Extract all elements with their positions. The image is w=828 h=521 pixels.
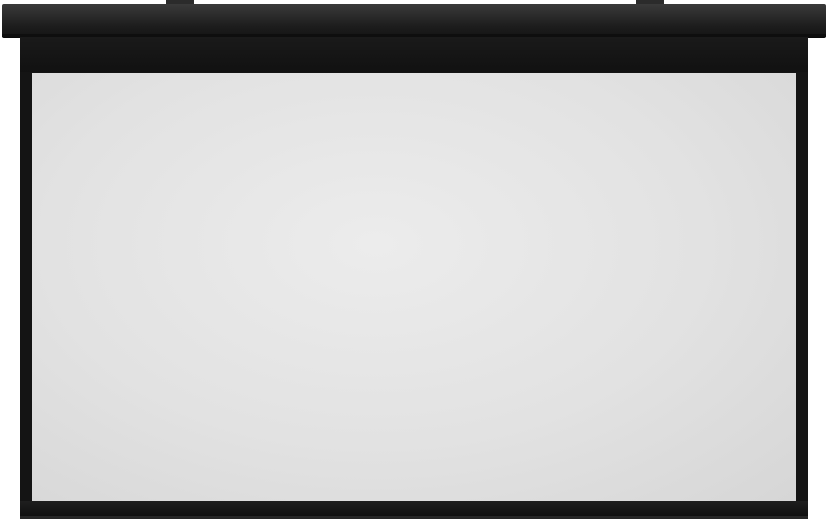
top-black-mask xyxy=(20,37,808,72)
projector-screen-scene xyxy=(0,0,828,521)
projection-surface xyxy=(32,73,796,501)
screen-housing xyxy=(2,4,826,37)
bottom-bar-edge xyxy=(20,516,808,519)
